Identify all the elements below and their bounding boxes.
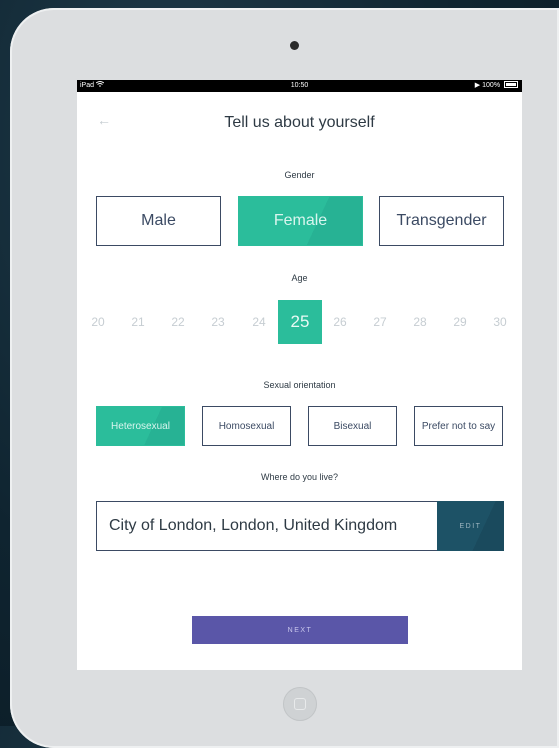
battery-percent: 100%: [482, 82, 501, 89]
orientation-option-prefer-not-to-say[interactable]: Prefer not to say: [414, 406, 503, 446]
age-option[interactable]: 26: [325, 300, 355, 344]
age-label: Age: [291, 273, 308, 283]
camera-icon: [290, 41, 299, 50]
age-option[interactable]: 27: [365, 300, 395, 344]
location-arrow-icon: ▶: [474, 82, 481, 89]
orientation-option-heterosexual[interactable]: Heterosexual: [96, 406, 185, 446]
status-bar: iPad 10:50 ▶ 100%: [77, 80, 522, 92]
status-battery: ▶ 100%: [475, 80, 518, 92]
gender-label: Gender: [284, 170, 315, 180]
ipad-frame: iPad 10:50 ▶ 100% ← Tell us about yourse…: [10, 8, 559, 748]
age-option[interactable]: 23: [203, 300, 233, 344]
screen: iPad 10:50 ▶ 100% ← Tell us about yourse…: [77, 80, 522, 670]
age-option[interactable]: 22: [163, 300, 193, 344]
age-option[interactable]: 24: [244, 300, 274, 344]
age-option[interactable]: 28: [405, 300, 435, 344]
status-time: 10:50: [290, 82, 309, 89]
orientation-label: Sexual orientation: [263, 380, 336, 390]
edit-location-button[interactable]: EDIT: [437, 501, 504, 551]
gender-option-male[interactable]: Male: [96, 196, 221, 246]
home-button-icon[interactable]: [283, 687, 317, 721]
age-option[interactable]: 30: [485, 300, 515, 344]
location-label: Where do you live?: [260, 472, 339, 482]
age-option[interactable]: 21: [123, 300, 153, 344]
next-button[interactable]: NEXT: [192, 616, 408, 644]
page-title: Tell us about yourself: [224, 114, 375, 131]
battery-icon: [504, 81, 518, 88]
age-option-selected[interactable]: 25: [278, 300, 322, 344]
orientation-option-bisexual[interactable]: Bisexual: [308, 406, 397, 446]
gender-option-transgender[interactable]: Transgender: [379, 196, 504, 246]
home-square-icon: [294, 698, 306, 710]
age-option[interactable]: 20: [83, 300, 113, 344]
orientation-option-homosexual[interactable]: Homosexual: [202, 406, 291, 446]
gender-option-female[interactable]: Female: [238, 196, 363, 246]
location-field[interactable]: City of London, London, United Kingdom: [96, 501, 438, 551]
age-option[interactable]: 29: [445, 300, 475, 344]
